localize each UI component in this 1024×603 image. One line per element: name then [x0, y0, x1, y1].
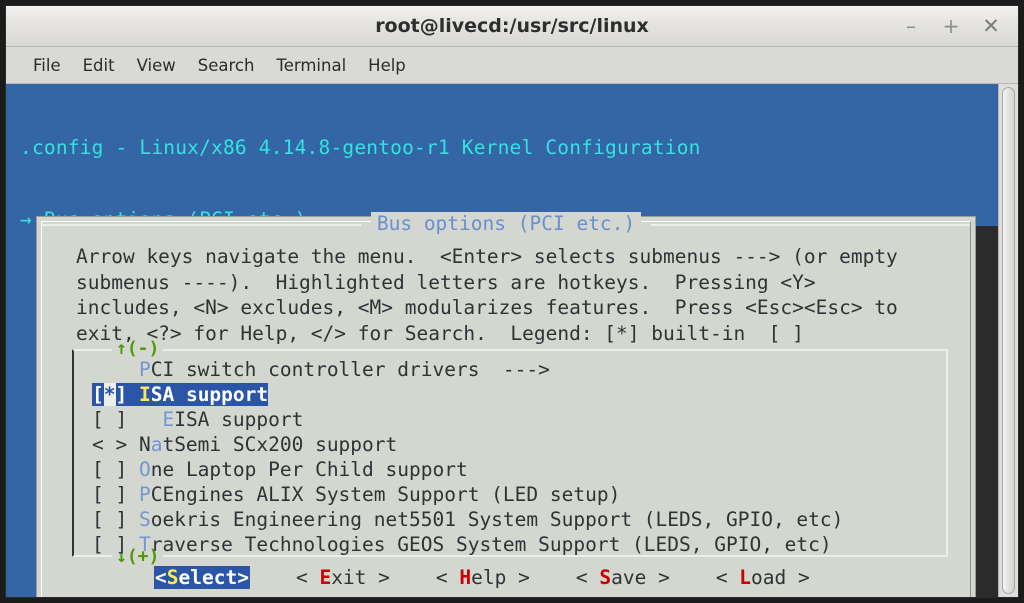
option-marker: [ ] — [92, 483, 139, 506]
list-item[interactable]: PCI switch controller drivers ---> — [92, 357, 946, 382]
hotkey-letter: S — [138, 508, 151, 531]
hotkey-letter: P — [138, 483, 151, 506]
maximize-icon[interactable]: + — [942, 16, 960, 36]
option-marker: [ ] — [92, 408, 163, 431]
option-marker: [ ] — [92, 508, 139, 531]
button-close-bracket: > — [366, 566, 390, 589]
option-marker: < > N — [92, 433, 151, 456]
close-icon[interactable]: ✕ — [982, 15, 1000, 37]
help-button[interactable]: < Help > — [436, 566, 530, 589]
option-label: ISA support — [174, 408, 304, 431]
option-label: oekris Engineering net5501 System Suppor… — [150, 508, 844, 531]
dialog-title-rule-left — [42, 223, 361, 226]
window-controls: – + ✕ — [902, 6, 1008, 46]
hotkey-letter: a — [150, 433, 163, 456]
option-label: CI switch controller drivers ---> — [150, 358, 550, 381]
select-button[interactable]: <Select> — [154, 566, 250, 589]
list-item[interactable]: < > NatSemi SCx200 support — [92, 432, 946, 457]
button-close-bracket: > — [786, 566, 810, 589]
minimize-icon[interactable]: – — [902, 16, 920, 36]
menu-item-file[interactable]: File — [22, 53, 72, 78]
terminal-area: .config - Linux/x86 4.14.8-gentoo-r1 Ker… — [6, 84, 1018, 597]
dialog-title-row: Bus options (PCI etc.) — [42, 212, 970, 235]
hotkey-letter: S — [166, 566, 179, 589]
hotkey-letter: P — [138, 358, 151, 381]
menuconfig-dialog: Bus options (PCI etc.) Arrow keys naviga… — [36, 212, 976, 597]
scroll-up-marker-text: ↑(-) — [116, 338, 160, 359]
scroll-up-indicator: ↑(-) — [112, 340, 164, 358]
hotkey-letter: T — [138, 533, 151, 556]
options-listbox[interactable]: ↑(-) ↓(+) PCI switch controller drivers … — [72, 340, 948, 566]
button-open-bracket: < — [295, 566, 320, 589]
button-label: elp — [471, 566, 507, 589]
options-rows: PCI switch controller drivers ---> [*] IS… — [92, 357, 946, 557]
load-button[interactable]: < Load > — [716, 566, 810, 589]
button-close-bracket: > — [237, 566, 249, 589]
list-item[interactable]: [ ] PCEngines ALIX System Support (LED s… — [92, 482, 946, 507]
checkbox-open-bracket: [ — [92, 383, 104, 406]
button-open-bracket: < — [435, 566, 460, 589]
button-label: xit — [331, 566, 367, 589]
dialog-buttonbar: <Select> < Exit > < Help > < Save > < Load > — [42, 566, 970, 589]
menu-item-help[interactable]: Help — [357, 53, 417, 78]
option-label: ne Laptop Per Child support — [150, 458, 468, 481]
exit-button[interactable]: < Exit > — [296, 566, 390, 589]
list-item[interactable]: [ ] One Laptop Per Child support — [92, 457, 946, 482]
terminal-scrollbar[interactable] — [998, 84, 1018, 597]
option-marker: [ ] — [92, 458, 139, 481]
hotkey-letter: O — [138, 458, 151, 481]
button-close-bracket: > — [646, 566, 670, 589]
button-close-bracket: > — [506, 566, 530, 589]
dialog-title-rule-right — [651, 223, 970, 226]
hotkey-letter: I — [138, 383, 151, 406]
hotkey-letter: H — [459, 566, 472, 589]
checkbox-close-bracket: ] — [115, 383, 139, 406]
option-label: raverse Technologies GEOS System Support… — [150, 533, 832, 556]
hotkey-letter: S — [599, 566, 612, 589]
option-marker: [ ] — [92, 533, 139, 556]
button-open-bracket: < — [155, 566, 167, 589]
menu-item-view[interactable]: View — [126, 53, 187, 78]
selected-option[interactable]: [*] ISA support — [92, 383, 269, 406]
terminal-screen[interactable]: .config - Linux/x86 4.14.8-gentoo-r1 Ker… — [6, 84, 998, 597]
menu-item-terminal[interactable]: Terminal — [265, 53, 357, 78]
window-title: root@livecd:/usr/src/linux — [375, 15, 649, 37]
dialog-inner-frame: Bus options (PCI etc.) Arrow keys naviga… — [41, 212, 971, 597]
terminal-window: root@livecd:/usr/src/linux – + ✕ File Ed… — [5, 5, 1019, 598]
menu-item-edit[interactable]: Edit — [72, 53, 126, 78]
list-item[interactable]: [ ] EISA support — [92, 407, 946, 432]
list-item[interactable]: [ ] Soekris Engineering net5501 System S… — [92, 507, 946, 532]
dialog-help-text: Arrow keys navigate the menu. <Enter> se… — [76, 245, 898, 345]
menubar: File Edit View Search Terminal Help — [6, 47, 1018, 84]
hotkey-letter: L — [739, 566, 752, 589]
window-titlebar: root@livecd:/usr/src/linux – + ✕ — [6, 6, 1018, 47]
save-button[interactable]: < Save > — [576, 566, 670, 589]
list-item[interactable]: [*] ISA support — [92, 382, 946, 407]
button-open-bracket: < — [715, 566, 740, 589]
menuconfig-header-line1: .config - Linux/x86 4.14.8-gentoo-r1 Ker… — [20, 136, 701, 159]
button-label: ave — [611, 566, 647, 589]
option-marker — [92, 358, 139, 381]
option-label: tSemi SCx200 support — [162, 433, 398, 456]
button-open-bracket: < — [575, 566, 600, 589]
hotkey-letter: E — [162, 408, 175, 431]
hotkey-letter: E — [319, 566, 332, 589]
cursor-block: * — [103, 383, 116, 406]
scrollbar-thumb[interactable] — [1002, 87, 1015, 594]
option-label: SA support — [150, 383, 269, 406]
menu-item-search[interactable]: Search — [187, 53, 266, 78]
button-label: oad — [751, 566, 787, 589]
button-label: elect — [178, 566, 238, 589]
dialog-title: Bus options (PCI etc.) — [370, 212, 642, 235]
option-label: CEngines ALIX System Support (LED setup) — [150, 483, 621, 506]
list-item[interactable]: [ ] Traverse Technologies GEOS System Su… — [92, 532, 946, 557]
